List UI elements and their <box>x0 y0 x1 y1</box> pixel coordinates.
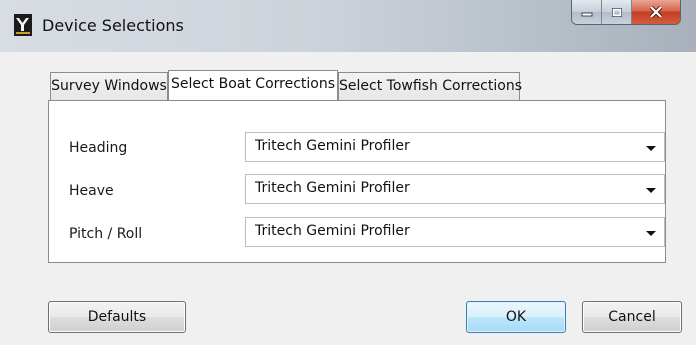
device-selections-window: Device Selections Survey Windows Select … <box>0 0 696 345</box>
cancel-button[interactable]: Cancel <box>582 301 682 333</box>
heave-label: Heave <box>69 183 114 199</box>
close-button[interactable] <box>632 0 680 24</box>
heave-select-value: Tritech Gemini Profiler <box>255 180 410 196</box>
defaults-button[interactable]: Defaults <box>48 301 186 333</box>
pitch-roll-select-value: Tritech Gemini Profiler <box>255 223 410 239</box>
tab-survey-windows[interactable]: Survey Windows <box>50 72 168 100</box>
pitch-roll-label: Pitch / Roll <box>69 226 143 242</box>
minimize-icon <box>581 12 592 17</box>
heading-label: Heading <box>69 140 128 156</box>
heading-select-value: Tritech Gemini Profiler <box>255 138 410 154</box>
app-logo-icon <box>14 14 32 36</box>
close-icon <box>649 6 663 18</box>
title-bar[interactable]: Device Selections <box>0 0 696 52</box>
dialog-body: Survey Windows Select Boat Corrections S… <box>10 52 686 335</box>
tab-select-boat-corrections[interactable]: Select Boat Corrections <box>168 70 338 100</box>
caption-buttons <box>572 0 680 24</box>
chevron-down-icon[interactable] <box>646 146 656 151</box>
chevron-down-icon[interactable] <box>646 188 656 193</box>
minimize-button[interactable] <box>572 0 602 24</box>
heave-select[interactable]: Tritech Gemini Profiler <box>245 174 665 204</box>
pitch-roll-select[interactable]: Tritech Gemini Profiler <box>245 217 665 247</box>
maximize-button[interactable] <box>602 0 632 24</box>
chevron-down-icon[interactable] <box>646 231 656 236</box>
window-title: Device Selections <box>42 16 184 35</box>
boat-corrections-panel: Heading Tritech Gemini Profiler Heave Tr… <box>48 100 666 263</box>
heading-select[interactable]: Tritech Gemini Profiler <box>245 132 665 162</box>
maximize-icon <box>611 7 622 17</box>
tab-select-towfish-corrections[interactable]: Select Towfish Corrections <box>338 72 522 100</box>
ok-button[interactable]: OK <box>466 301 566 333</box>
